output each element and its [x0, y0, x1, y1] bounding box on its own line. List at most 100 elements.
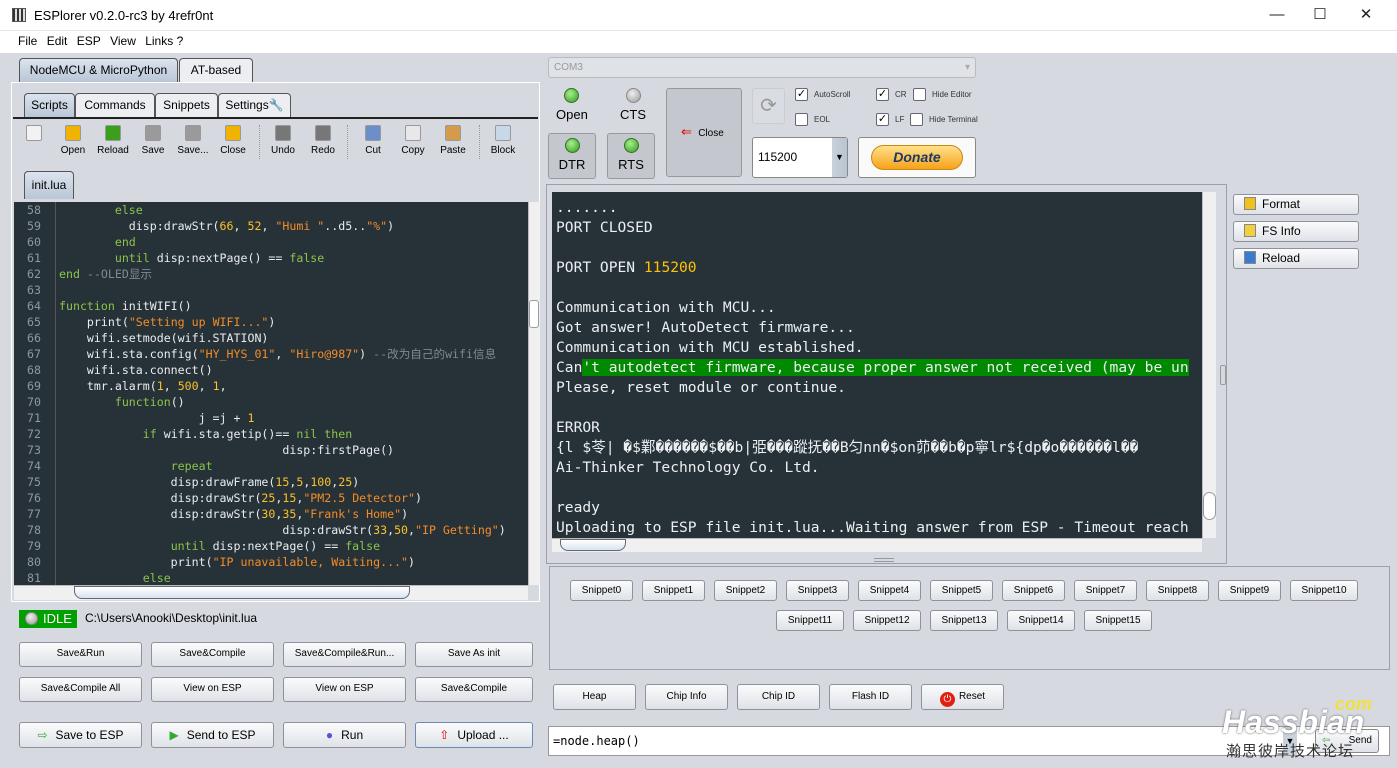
menu-edit[interactable]: Edit — [47, 31, 68, 51]
code-token: else — [142, 571, 171, 585]
save-to-esp-button[interactable]: ⇨ Save to ESP — [19, 722, 142, 748]
action-button[interactable]: View on ESP — [283, 677, 406, 702]
toolbar-save-button[interactable]: Save — [133, 125, 173, 156]
editor-horizontal-scrollbar[interactable] — [14, 585, 528, 600]
command-input-box[interactable]: =node.heap() ▼ ⇦ Send — [548, 726, 1390, 756]
toolbar-save-button[interactable]: Save... — [173, 125, 213, 156]
terminal-vertical-scrollbar[interactable] — [1202, 192, 1216, 538]
donate-button[interactable]: Donate — [858, 137, 976, 178]
toolbar-cut-button[interactable]: Cut — [353, 125, 393, 156]
tab-at-based[interactable]: AT-based — [179, 58, 253, 82]
chip-info-button[interactable]: Chip Info — [645, 684, 728, 710]
snippet-button-0[interactable]: Snippet0 — [570, 580, 633, 601]
scroll-thumb[interactable] — [1203, 492, 1216, 520]
toolbar-redo-button[interactable]: Redo — [303, 125, 343, 156]
tab-commands[interactable]: Commands — [75, 93, 155, 117]
menu-links[interactable]: Links ? — [145, 31, 183, 51]
snippet-button-5[interactable]: Snippet5 — [930, 580, 993, 601]
toolbar-reload-button[interactable]: Reload — [93, 125, 133, 156]
minimize-button[interactable]: — — [1262, 4, 1292, 26]
snippet-button-14[interactable]: Snippet14 — [1007, 610, 1075, 631]
heap-button[interactable]: Heap — [553, 684, 636, 710]
terminal-output[interactable]: ....... PORT CLOSED PORT OPEN 115200 Comm… — [552, 192, 1202, 538]
code-content[interactable]: else disp:drawStr(66, 52, "Humi "..d5.."… — [59, 202, 506, 585]
port-select[interactable]: COM3 ▾ — [548, 57, 976, 78]
tab-snippets[interactable]: Snippets — [155, 93, 218, 117]
menu-file[interactable]: File — [18, 31, 37, 51]
action-button[interactable]: Save As init — [415, 642, 533, 667]
led-icon — [625, 88, 641, 103]
snippet-button-2[interactable]: Snippet2 — [714, 580, 777, 601]
refresh-ports-button[interactable]: ⟳ — [752, 88, 785, 124]
action-button[interactable]: View on ESP — [151, 677, 274, 702]
menu-esp[interactable]: ESP — [77, 31, 101, 51]
snippet-button-13[interactable]: Snippet13 — [930, 610, 998, 631]
toolbar-open-button[interactable]: Open — [53, 125, 93, 156]
close-window-button[interactable]: ✕ — [1351, 4, 1381, 26]
menu-view[interactable]: View — [110, 31, 136, 51]
snippet-button-6[interactable]: Snippet6 — [1002, 580, 1065, 601]
toolbar-block-button[interactable]: Block — [483, 125, 523, 156]
checkbox-eol[interactable] — [795, 113, 808, 126]
toolbar-copy-button[interactable]: Copy — [393, 125, 433, 156]
snippet-button-1[interactable]: Snippet1 — [642, 580, 705, 601]
snippet-button-8[interactable]: Snippet8 — [1146, 580, 1209, 601]
checkbox-hide-terminal[interactable] — [910, 113, 923, 126]
toolbar-close-button[interactable]: Close — [213, 125, 253, 156]
terminal-line: Got answer! AutoDetect firmware... — [556, 318, 1202, 338]
scroll-thumb[interactable] — [74, 586, 410, 599]
toolbar-paste-button[interactable]: Paste — [433, 125, 473, 156]
snippet-button-7[interactable]: Snippet7 — [1074, 580, 1137, 601]
scroll-thumb[interactable] — [560, 539, 626, 551]
tab-settings[interactable]: Settings🔧 — [218, 93, 291, 117]
checkbox-cr[interactable]: ✓ — [876, 88, 889, 101]
toolbar-new-button[interactable] — [14, 125, 54, 145]
chevron-down-icon[interactable]: ▼ — [1283, 727, 1297, 755]
file-tab-init-lua[interactable]: init.lua — [24, 171, 74, 199]
code-line: disp:firstPage() — [59, 442, 506, 458]
splitter-handle[interactable] — [1220, 365, 1226, 385]
reset-button[interactable]: ⏻ Reset — [921, 684, 1004, 710]
tab-scripts[interactable]: Scripts — [24, 93, 75, 117]
action-button[interactable]: Save&Run — [19, 642, 142, 667]
snippet-button-10[interactable]: Snippet10 — [1290, 580, 1358, 601]
signal-dtr[interactable]: DTR — [548, 133, 596, 179]
code-token: disp:firstPage() — [59, 443, 395, 457]
chip-id-button[interactable]: Chip ID — [737, 684, 820, 710]
upload-button[interactable]: ⇧ Upload ... — [415, 722, 533, 748]
scroll-thumb[interactable] — [529, 300, 539, 328]
toolbar-label: Save — [141, 145, 165, 156]
command-input[interactable]: =node.heap() — [553, 734, 640, 748]
flash-id-button[interactable]: Flash ID — [829, 684, 912, 710]
checkbox-hide-editor[interactable] — [913, 88, 926, 101]
checkbox-lf[interactable]: ✓ — [876, 113, 889, 126]
run-button[interactable]: ● Run — [283, 722, 406, 748]
snippet-button-15[interactable]: Snippet15 — [1084, 610, 1152, 631]
tab-nodemcu[interactable]: NodeMCU & MicroPython — [19, 58, 178, 82]
terminal-text: PORT CLOSED — [556, 219, 653, 236]
toolbar-undo-button[interactable]: Undo — [263, 125, 303, 156]
terminal-horizontal-scrollbar[interactable] — [552, 538, 1202, 552]
action-button[interactable]: Save&Compile&Run... — [283, 642, 406, 667]
snippet-button-3[interactable]: Snippet3 — [786, 580, 849, 601]
checkbox-autoscroll[interactable]: ✓ — [795, 88, 808, 101]
maximize-button[interactable]: ☐ — [1305, 4, 1335, 26]
close-port-button[interactable]: ⇐ Close — [666, 88, 742, 177]
send-to-esp-button[interactable]: ▶ Send to ESP — [151, 722, 274, 748]
fs-info-button[interactable]: FS Info — [1233, 221, 1359, 242]
reload-button[interactable]: Reload — [1233, 248, 1359, 269]
signal-rts[interactable]: RTS — [607, 133, 655, 179]
code-editor[interactable]: 58 59 60 61 62 63 64 65 66 67 68 69 70 71 72 73 74 75 76 77… — [14, 202, 528, 585]
splitter-handle[interactable] — [874, 558, 894, 562]
action-button[interactable]: Save&Compile — [151, 642, 274, 667]
format-button[interactable]: Format — [1233, 194, 1359, 215]
snippet-button-12[interactable]: Snippet12 — [853, 610, 921, 631]
snippet-button-4[interactable]: Snippet4 — [858, 580, 921, 601]
snippet-button-9[interactable]: Snippet9 — [1218, 580, 1281, 601]
editor-vertical-scrollbar[interactable] — [528, 202, 540, 585]
action-button[interactable]: Save&Compile — [415, 677, 533, 702]
baud-select[interactable]: 115200 ▼ — [752, 137, 848, 178]
action-button[interactable]: Save&Compile All — [19, 677, 142, 702]
snippet-button-11[interactable]: Snippet11 — [776, 610, 844, 631]
send-button[interactable]: ⇦ Send — [1315, 729, 1379, 753]
